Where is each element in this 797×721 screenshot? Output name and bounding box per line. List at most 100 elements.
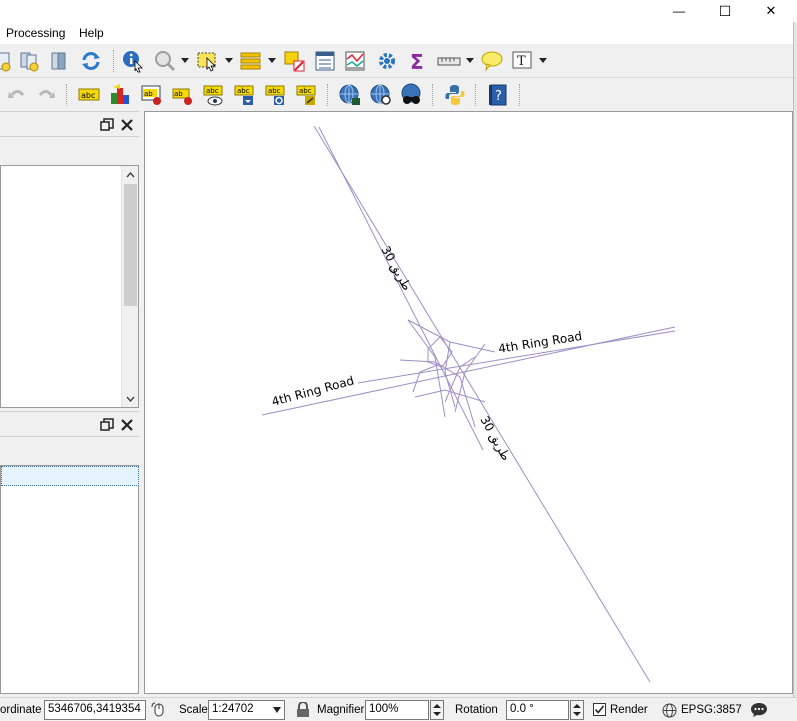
scale-value: 1:24702 bbox=[212, 703, 254, 715]
undo-button[interactable] bbox=[4, 82, 30, 108]
render-checkbox[interactable] bbox=[593, 703, 606, 716]
toolbar-main: Σ T bbox=[0, 44, 797, 78]
lock-scale-button[interactable] bbox=[294, 701, 312, 719]
binoculars-icon bbox=[401, 83, 421, 104]
text-annotation-button[interactable]: T bbox=[509, 48, 535, 74]
search-web-button[interactable] bbox=[368, 82, 394, 108]
scale-label: Scale bbox=[179, 704, 208, 716]
layout-manager-button[interactable] bbox=[17, 48, 43, 74]
rotate-label-button[interactable]: abc bbox=[263, 82, 289, 108]
identify-button[interactable] bbox=[120, 48, 146, 74]
deselect-button[interactable] bbox=[282, 48, 308, 74]
attribute-table-button[interactable] bbox=[238, 48, 264, 74]
chevron-down-icon[interactable] bbox=[466, 56, 474, 64]
toggle-extents-button[interactable] bbox=[150, 701, 168, 719]
layers-tree[interactable] bbox=[0, 165, 139, 408]
statistics-button[interactable] bbox=[342, 48, 368, 74]
refresh-icon bbox=[82, 52, 100, 70]
scale-combo[interactable]: 1:24702 bbox=[208, 700, 285, 720]
measure-button[interactable] bbox=[436, 48, 462, 74]
processing-toolbox-button[interactable] bbox=[374, 48, 400, 74]
move-label-button[interactable]: abc bbox=[232, 82, 258, 108]
speech-bubble-icon bbox=[751, 703, 767, 717]
messages-button[interactable] bbox=[750, 701, 768, 719]
attribute-table-icon bbox=[240, 52, 261, 70]
maximize-button[interactable]: ☐ bbox=[702, 0, 748, 22]
open-attribute-table-button[interactable] bbox=[312, 48, 338, 74]
toolbar-separator bbox=[66, 84, 67, 106]
magnifier-spinner[interactable] bbox=[430, 700, 444, 720]
svg-text:abc: abc bbox=[268, 87, 281, 95]
menu-processing[interactable]: Processing bbox=[6, 26, 65, 40]
map-tips-button[interactable] bbox=[479, 48, 505, 74]
spin-arrows-icon bbox=[433, 704, 441, 716]
float-panel-button[interactable] bbox=[99, 117, 115, 133]
close-panel-button[interactable] bbox=[119, 117, 135, 133]
redo-button[interactable] bbox=[33, 82, 59, 108]
svg-text:Σ: Σ bbox=[410, 50, 424, 73]
close-panel-button[interactable] bbox=[119, 417, 135, 433]
layers-scrollbar[interactable] bbox=[121, 166, 138, 407]
map-canvas[interactable]: طريق 30 طريق 30 4th Ring Road 4th Ring R… bbox=[144, 111, 793, 694]
python-console-button[interactable] bbox=[442, 82, 468, 108]
road-label-ring-east: 4th Ring Road bbox=[497, 329, 583, 356]
help-button[interactable]: ? bbox=[485, 82, 511, 108]
change-label-button[interactable]: abc bbox=[294, 82, 320, 108]
show-layouts-button[interactable] bbox=[47, 48, 73, 74]
redo-icon bbox=[38, 90, 55, 98]
chevron-down-icon[interactable] bbox=[268, 56, 276, 64]
minimize-icon: — bbox=[673, 4, 685, 18]
show-hide-labels-button[interactable]: abc bbox=[201, 82, 227, 108]
chevron-down-icon bbox=[273, 707, 281, 713]
restore-window-icon bbox=[100, 118, 114, 131]
toolbar-separator bbox=[432, 84, 433, 106]
toolbar-separator bbox=[519, 84, 520, 106]
coordinate-field[interactable]: 5346706,3419354 bbox=[44, 700, 146, 720]
rotation-field[interactable]: 0.0 ° bbox=[506, 700, 569, 720]
label-toolbar-button[interactable]: abc bbox=[76, 82, 102, 108]
road-label-ring-west: 4th Ring Road bbox=[270, 373, 355, 408]
chevron-down-icon[interactable] bbox=[181, 56, 189, 64]
select-features-button[interactable] bbox=[195, 48, 221, 74]
svg-text:T: T bbox=[517, 54, 526, 69]
float-panel-button[interactable] bbox=[99, 417, 115, 433]
zoom-action-icon bbox=[155, 51, 176, 72]
change-label-icon: abc bbox=[296, 85, 316, 105]
highlight-pinned-button[interactable]: ab bbox=[170, 82, 196, 108]
map-svg: طريق 30 طريق 30 4th Ring Road 4th Ring R… bbox=[261, 125, 676, 683]
close-icon bbox=[121, 419, 133, 431]
rotation-spinner[interactable] bbox=[570, 700, 584, 720]
svg-text:?: ? bbox=[495, 89, 502, 104]
field-calculator-button[interactable]: Σ bbox=[405, 48, 431, 74]
scroll-down-button[interactable] bbox=[122, 390, 139, 407]
menu-help[interactable]: Help bbox=[79, 26, 104, 40]
magnifier-field[interactable]: 100% bbox=[365, 700, 429, 720]
chevron-up-icon bbox=[126, 171, 135, 177]
metasearch-button[interactable] bbox=[337, 82, 363, 108]
road-line bbox=[407, 319, 496, 353]
road-line bbox=[261, 326, 676, 416]
scroll-thumb[interactable] bbox=[124, 184, 137, 306]
browser-tree[interactable] bbox=[0, 465, 139, 694]
toolbar-separator bbox=[475, 84, 476, 106]
chevron-down-icon bbox=[126, 396, 135, 402]
zoom-action-button[interactable] bbox=[152, 48, 178, 74]
scroll-up-button[interactable] bbox=[122, 166, 139, 183]
close-window-button[interactable]: ✕ bbox=[748, 0, 794, 22]
list-item-selected[interactable] bbox=[1, 466, 139, 486]
pin-label-button[interactable]: ab bbox=[139, 82, 165, 108]
globe-icon bbox=[662, 703, 676, 717]
refresh-button[interactable] bbox=[78, 48, 104, 74]
crs-label[interactable]: EPSG:3857 bbox=[681, 704, 742, 716]
svg-text:ab: ab bbox=[174, 90, 183, 98]
open-attribute-table-icon bbox=[315, 51, 335, 71]
diagram-button[interactable] bbox=[107, 82, 133, 108]
crs-button[interactable] bbox=[660, 701, 678, 719]
chevron-down-icon[interactable] bbox=[225, 56, 233, 64]
metasearch-icon bbox=[339, 84, 360, 105]
minimize-button[interactable]: — bbox=[656, 0, 702, 22]
new-print-layout-button[interactable] bbox=[0, 48, 16, 74]
binoculars-button[interactable] bbox=[399, 82, 425, 108]
chevron-down-icon[interactable] bbox=[539, 56, 547, 64]
deselect-icon bbox=[284, 51, 305, 72]
